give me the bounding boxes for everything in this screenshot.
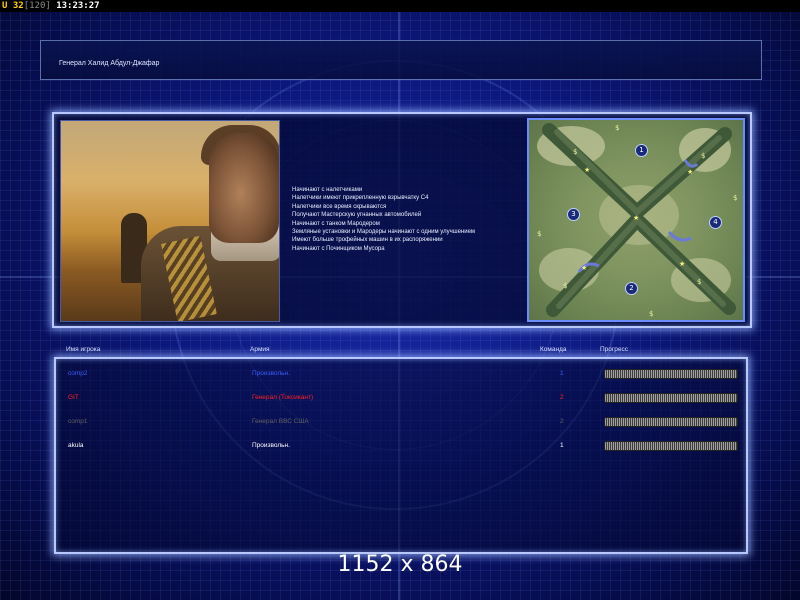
- svg-text:$: $: [733, 194, 737, 202]
- svg-text:★: ★: [679, 260, 685, 268]
- general-portrait-icon: [60, 120, 280, 322]
- player-team: 2: [560, 394, 564, 401]
- column-header-progress: Прогресс: [600, 346, 629, 353]
- ability-item: Налетчики все время скрываются: [292, 203, 387, 210]
- ability-item: Начинают с танком Мародером: [292, 220, 380, 227]
- ability-item: Имеют больше трофейных машин в их распор…: [292, 237, 443, 244]
- unit-count: U 32: [2, 1, 24, 11]
- svg-text:$: $: [563, 282, 567, 290]
- ability-item: Налетчики имеют прикрепленную взрывчатку…: [292, 195, 429, 202]
- player-row: comp1 Генерал ВВС США 2: [56, 411, 746, 433]
- player-name: comp2: [68, 370, 88, 377]
- ability-item: Начинают с Починщиком Мусора: [292, 245, 385, 252]
- player-team: 1: [560, 370, 564, 377]
- svg-text:$: $: [697, 278, 701, 286]
- svg-text:★: ★: [687, 168, 693, 176]
- player-progress-bar: [604, 441, 738, 451]
- svg-text:$: $: [701, 152, 705, 160]
- start-position-4-icon[interactable]: 4: [709, 216, 722, 229]
- svg-text:$: $: [649, 310, 653, 318]
- general-name: Генерал Халид Абдул-Джафар: [59, 60, 160, 67]
- player-team: 2: [560, 418, 564, 425]
- svg-text:$: $: [615, 124, 619, 132]
- player-name: comp1: [68, 418, 88, 425]
- briefing-panel: Начинают с налетчиками Налетчики имеют п…: [52, 112, 752, 328]
- map-preview[interactable]: $ $ $ $ $ $ $ $ ★ ★ ★ ★ ★ 1 2 3 4: [527, 118, 745, 322]
- start-position-3-icon[interactable]: 3: [567, 208, 580, 221]
- svg-text:$: $: [573, 148, 577, 156]
- svg-text:★: ★: [633, 214, 639, 222]
- player-row: akula Произвольн. 1: [56, 435, 746, 457]
- svg-text:★: ★: [581, 264, 587, 272]
- start-position-2-icon[interactable]: 2: [625, 282, 638, 295]
- player-name: akula: [68, 442, 84, 449]
- player-row: GIT Генерал (Токсикант) 2: [56, 387, 746, 409]
- resolution-label: 1152 x 864: [337, 552, 463, 577]
- header-bar: Генерал Халид Абдул-Джафар: [40, 40, 762, 80]
- status-bar: U 32[120] 13:23:27: [0, 0, 800, 12]
- player-progress-bar: [604, 369, 738, 379]
- unit-capacity: [120]: [23, 1, 51, 11]
- column-header-player: Имя игрока: [66, 346, 101, 353]
- player-name: GIT: [68, 394, 79, 401]
- player-army: Генерал (Токсикант): [252, 394, 314, 401]
- ability-item: Земляные установки и Мародеры начинают с…: [292, 229, 476, 236]
- ability-item: Начинают с налетчиками: [292, 187, 363, 193]
- svg-text:★: ★: [584, 166, 590, 174]
- player-army: Произвольн.: [252, 370, 290, 377]
- column-header-team: Команда: [540, 346, 567, 353]
- svg-text:$: $: [537, 230, 541, 238]
- player-progress-bar: [604, 393, 738, 403]
- ability-item: Получают Мастерскую угнанных автомобилей: [292, 212, 422, 219]
- column-header-army: Армия: [250, 346, 270, 353]
- player-progress-bar: [604, 417, 738, 427]
- player-army: Произвольн.: [252, 442, 290, 449]
- player-row: comp2 Произвольн. 1: [56, 363, 746, 385]
- player-table: comp2 Произвольн. 1 GIT Генерал (Токсика…: [54, 357, 748, 554]
- clock: 13:23:27: [56, 1, 100, 11]
- player-army: Генерал ВВС США: [252, 418, 309, 425]
- general-abilities-list: Начинают с налетчиками Налетчики имеют п…: [292, 186, 532, 253]
- start-position-1-icon[interactable]: 1: [635, 144, 648, 157]
- player-team: 1: [560, 442, 564, 449]
